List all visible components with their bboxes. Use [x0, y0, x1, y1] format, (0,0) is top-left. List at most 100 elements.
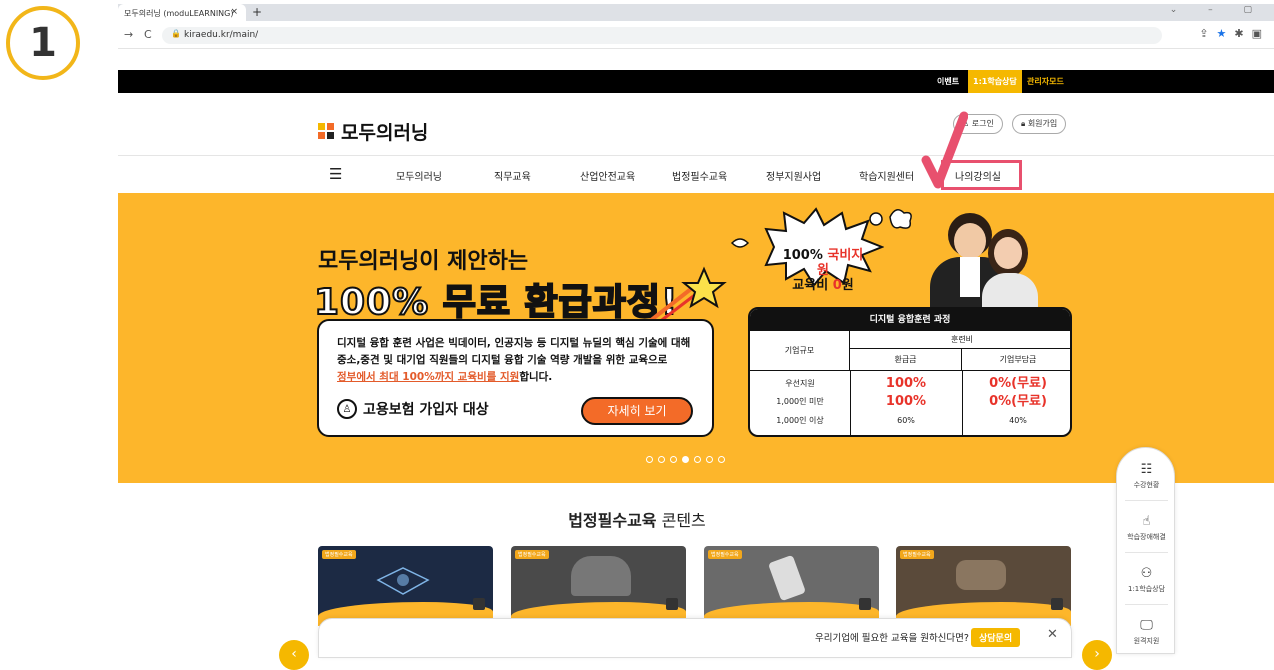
slide-dot[interactable]: [670, 456, 677, 463]
section-title-bold: 법정필수교육: [568, 511, 657, 530]
side-divider: [1125, 500, 1168, 501]
side-item-remote[interactable]: 🖵 원격지원: [1117, 618, 1176, 646]
burst-line-1a: 100%: [782, 248, 828, 263]
burst-line-2: 교육비 0원: [778, 278, 868, 293]
share-icon[interactable]: ⇪: [1199, 27, 1216, 40]
desc-line-1: 디지털 융합 훈련 사업은 빅데이터, 인공지능 등 디지털 뉴딜의 핵심 기술…: [337, 337, 691, 349]
card-image: [767, 554, 807, 602]
slide-dot[interactable]: [658, 456, 665, 463]
burst-line-2a: 교육비: [792, 278, 833, 293]
banner-info-box: 디지털 융합 훈련 사업은 빅데이터, 인공지능 등 디지털 뉴딜의 핵심 기술…: [317, 319, 714, 437]
user-search-icon: ♙: [337, 399, 357, 419]
card-image: [956, 560, 1006, 590]
url-field[interactable]: 🔒 kiraedu.kr/main/: [162, 27, 1162, 44]
card-tag: 법정필수교육: [708, 550, 742, 559]
signup-button[interactable]: 🔒︎ 회원가입: [1012, 114, 1067, 134]
consult-button[interactable]: 상담문의: [971, 628, 1021, 647]
table-divider: [850, 371, 851, 435]
logo-text: 모두의러닝: [341, 122, 429, 144]
card-tag: 법정필수교육: [900, 550, 934, 559]
nav-item-safety[interactable]: 산업안전교육: [580, 168, 635, 183]
side-item-label: 원격지원: [1133, 637, 1160, 645]
browser-tab[interactable]: 모두의러닝 (moduLEARNING) ×: [118, 4, 246, 21]
slide-dot[interactable]: [718, 456, 725, 463]
table-cell-size: 1,000인 미만: [776, 397, 824, 406]
section-title-rest: 콘텐츠: [656, 511, 706, 530]
nav-item-job[interactable]: 직무교육: [494, 168, 531, 183]
nav-item-support[interactable]: 학습지원센터: [859, 168, 914, 183]
man-face: [954, 223, 986, 259]
course-card[interactable]: 법정필수교육: [896, 546, 1071, 626]
forward-arrow-icon[interactable]: →: [124, 28, 133, 41]
site-topbar: 이벤트 1:1학습상담 관리자모드: [118, 70, 1274, 93]
table-cell-size: 1,000인 이상: [776, 416, 824, 425]
course-card[interactable]: 법정필수교육: [318, 546, 493, 626]
address-bar-row: → C 🔒 kiraedu.kr/main/ ⇪★✱▣: [118, 21, 1274, 49]
tab-close-icon[interactable]: ×: [230, 7, 238, 17]
sparkle-icon: [730, 238, 750, 248]
section-title: 법정필수교육 콘텐츠: [0, 507, 1274, 531]
burst-line-2c: 원: [841, 278, 854, 293]
table-cell-refund: 100%: [885, 394, 927, 409]
slide-dot[interactable]: [646, 456, 653, 463]
url-text: kiraedu.kr/main/: [184, 30, 259, 40]
lock-icon: 🔒: [171, 29, 181, 38]
slide-dot[interactable]: [694, 456, 701, 463]
close-icon[interactable]: ✕: [1047, 627, 1058, 642]
window-controls[interactable]: ⌄ – ▢: [1170, 5, 1266, 15]
reload-icon[interactable]: C: [144, 28, 152, 41]
sparkle-icon: [869, 209, 912, 229]
nav-item-legal[interactable]: 법정필수교육: [672, 168, 727, 183]
consult-question: 우리기업에 필요한 교육을 원하신다면?: [815, 633, 969, 644]
course-card[interactable]: 법정필수교육: [511, 546, 686, 626]
side-item-consult[interactable]: ⚇ 1:1학습상담: [1117, 566, 1176, 594]
nav-item-modu[interactable]: 모두의러닝: [396, 168, 442, 183]
side-item-troubleshoot[interactable]: ☝ 학습장애해결: [1117, 514, 1176, 542]
extensions-icon[interactable]: ✱: [1234, 27, 1251, 40]
table-cell-burden: 40%: [1009, 416, 1027, 425]
table-cell-refund: 60%: [897, 416, 915, 425]
topbar-admin-link[interactable]: 관리자모드: [1022, 70, 1069, 93]
details-button[interactable]: 자세히 보기: [581, 397, 693, 425]
new-tab-icon[interactable]: +: [252, 5, 262, 19]
topbar-consult-link[interactable]: 1:1학습상담: [968, 70, 1022, 93]
table-divider: [962, 371, 963, 435]
side-item-progress[interactable]: ☷ 수강현황: [1117, 462, 1176, 490]
topbar-event-link[interactable]: 이벤트: [932, 70, 964, 93]
bookmark-star-icon[interactable]: ★: [1217, 27, 1235, 40]
logo-icon: [318, 122, 336, 141]
card-image: [571, 556, 631, 596]
carousel-prev-icon[interactable]: ‹: [279, 640, 309, 670]
side-divider: [1125, 604, 1168, 605]
tab-title: 모두의러닝 (moduLEARNING): [124, 9, 234, 18]
slide-indicator: [646, 456, 725, 463]
carousel-next-icon[interactable]: ›: [1082, 640, 1112, 670]
monitor-icon: 🖵: [1140, 618, 1153, 633]
banner-target: ♙ 고용보험 가입자 대상: [337, 399, 489, 419]
hamburger-menu-icon[interactable]: ☰: [329, 165, 342, 183]
list-icon: ☷: [1140, 462, 1153, 477]
banner-headline: 100% 무료 환급과정!: [313, 281, 679, 324]
browser-tab-bar: 모두의러닝 (moduLEARNING) × + ⌄ – ▢: [118, 4, 1274, 21]
burst-line-2b: 0: [832, 278, 842, 293]
lock-icon: 🔒︎: [1021, 119, 1028, 128]
signup-label: 회원가입: [1027, 119, 1058, 128]
slide-dot-active[interactable]: [682, 456, 689, 463]
chat-person-icon: ⚇: [1140, 566, 1153, 581]
nav-item-gov[interactable]: 정부지원사업: [766, 168, 821, 183]
side-quick-menu: ☷ 수강현황 ☝ 학습장애해결 ⚇ 1:1학습상담 🖵 원격지원: [1116, 447, 1175, 654]
table-cell-size: 우선지원: [785, 379, 815, 388]
banner-title: 모두의러닝이 제안하는: [318, 249, 529, 274]
check-mark-icon: [921, 111, 968, 189]
side-item-label: 1:1학습상담: [1127, 585, 1166, 593]
side-item-label: 수강현황: [1133, 481, 1160, 489]
card-logo-icon: [666, 598, 678, 610]
desc-line-2: 중소,중견 및 대기업 직원들의 디지털 융합 기술 역량 개발을 위한 교육으…: [337, 354, 668, 366]
course-card[interactable]: 법정필수교육: [704, 546, 879, 626]
step-number-badge: 1: [6, 6, 80, 80]
site-logo[interactable]: 모두의러닝: [318, 118, 428, 145]
sidepanel-icon[interactable]: ▣: [1252, 27, 1270, 40]
slide-dot[interactable]: [706, 456, 713, 463]
table-title: 디지털 융합훈련 과정: [750, 309, 1070, 331]
woman-face: [994, 237, 1022, 269]
